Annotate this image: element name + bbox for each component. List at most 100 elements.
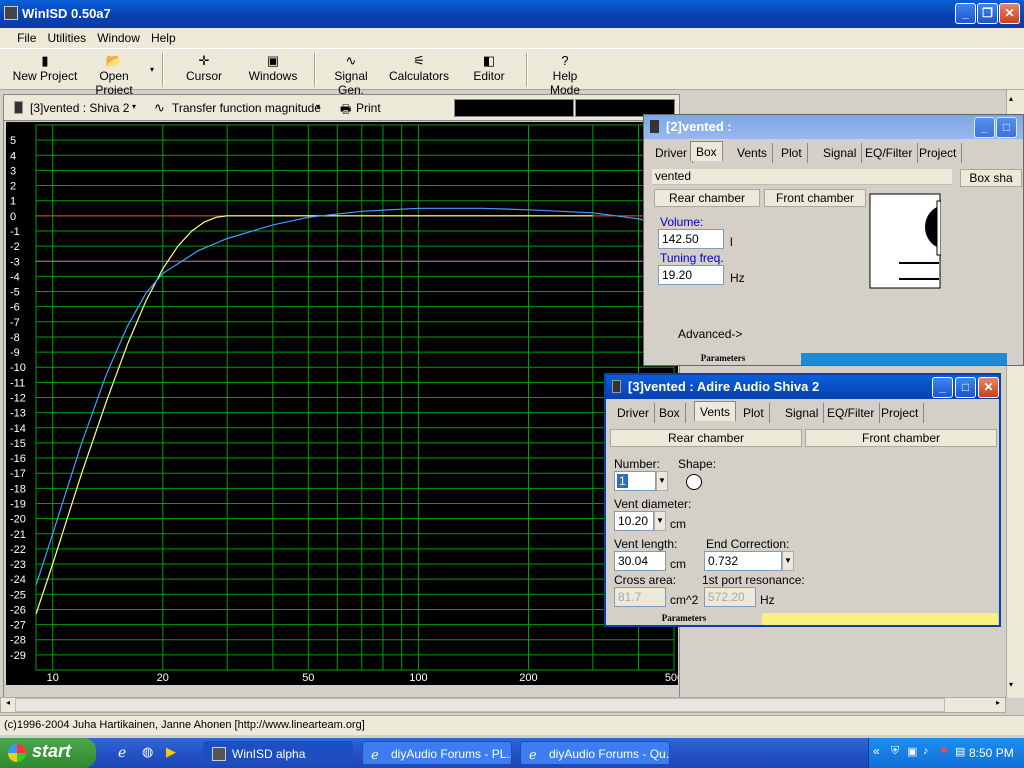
open-project-button[interactable]: 📂 Open Project (80, 53, 148, 97)
scroll-thumb[interactable] (15, 698, 945, 712)
menu-help[interactable]: Help (147, 28, 180, 45)
plot-type-dropdown-icon[interactable]: ▾ (316, 102, 320, 111)
printer-icon[interactable]: 🖶 (340, 100, 351, 121)
scroll-right-arrow-icon[interactable]: ▸ (991, 698, 1005, 712)
tab-plot[interactable]: Plot (776, 143, 808, 163)
y-tick-label: 5 (10, 135, 16, 147)
y-tick-label: -15 (10, 438, 26, 450)
start-button[interactable]: start (0, 738, 96, 768)
tab-vents[interactable]: Vents (694, 401, 737, 421)
firefox-icon[interactable]: ◍ (142, 744, 153, 760)
tray-volume-icon[interactable]: ♪ (923, 745, 929, 757)
vent-diameter-dropdown-icon[interactable]: ▼ (654, 511, 666, 531)
scroll-up-arrow-icon[interactable]: ▴ (1009, 94, 1013, 103)
toolbar-separator (526, 53, 528, 87)
tray-security-icon[interactable]: ⛨ (891, 745, 899, 758)
scroll-down-arrow-icon[interactable]: ▾ (1009, 680, 1013, 689)
response-chart[interactable]: 543210-1-2-3-4-5-6-7-8-9-10-11-12-13-14-… (6, 122, 678, 685)
vents-panel-minimize-button[interactable]: _ (932, 377, 953, 398)
tab-project[interactable]: Project (876, 403, 925, 423)
plot-type-select[interactable]: Transfer function magnitude (172, 101, 321, 115)
advanced-link[interactable]: Advanced-> (678, 327, 742, 341)
y-tick-label: -3 (10, 256, 20, 268)
taskbar-item-diyaudio-pl[interactable]: ℯ diyAudio Forums - PL... (362, 741, 512, 765)
vents-panel-tabs: Driver Box Vents Plot Signal EQ/Filter P… (610, 401, 1000, 425)
taskbar-item-winisd[interactable]: WinISD alpha (203, 741, 353, 765)
box-shape-button[interactable]: Box sha (960, 169, 1022, 187)
menu-window[interactable]: Window (93, 28, 144, 45)
tray-alert-icon[interactable]: ⚑ (939, 745, 949, 758)
tab-box[interactable]: Box (690, 141, 723, 161)
editor-label: Editor (473, 69, 505, 83)
vent-diameter-select[interactable]: 10.20 (614, 511, 654, 531)
menu-bar: File Utilities Window Help (0, 28, 1024, 48)
round-vent-shape-icon[interactable] (686, 474, 702, 490)
status-bar: (c)1996-2004 Juha Hartikainen, Janne Aho… (0, 715, 1024, 735)
cross-area-label: Cross area: (614, 573, 677, 587)
cursor-button[interactable]: ✛ Cursor (180, 53, 228, 89)
internet-explorer-icon[interactable]: ℯ (118, 744, 126, 761)
rear-chamber-button[interactable]: Rear chamber (610, 429, 802, 447)
y-tick-label: -12 (10, 393, 26, 405)
tab-project[interactable]: Project (914, 143, 963, 163)
menu-utilities[interactable]: Utilities (43, 28, 90, 45)
calculators-button[interactable]: ⚟ Calculators (388, 53, 450, 89)
number-select[interactable]: 1 (614, 471, 656, 491)
tuning-freq-label: Tuning freq. (660, 251, 724, 265)
minimize-button[interactable]: _ (955, 3, 976, 24)
project-select[interactable]: [3]vented : Shiva 2 (30, 101, 129, 115)
new-project-icon: ▮ (41, 53, 49, 68)
volume-unit: l (730, 235, 733, 249)
tab-driver[interactable]: Driver (650, 143, 693, 163)
end-correction-select[interactable]: 0.732 (704, 551, 782, 571)
signal-gen-button[interactable]: ∿ Signal Gen. (320, 53, 382, 97)
tab-box[interactable]: Box (654, 403, 686, 423)
volume-input[interactable]: 142.50 (658, 229, 724, 249)
y-tick-label: -7 (10, 317, 20, 329)
print-button[interactable]: Print (356, 101, 381, 115)
tuning-freq-input[interactable]: 19.20 (658, 265, 724, 285)
restore-button[interactable]: ❐ (977, 3, 998, 24)
tab-vents[interactable]: Vents (732, 143, 774, 163)
help-mode-label: Help Mode (549, 69, 581, 97)
tab-eq-filter[interactable]: EQ/Filter (860, 143, 919, 163)
tray-display-icon[interactable]: ▤ (955, 745, 965, 758)
new-project-label: New Project (12, 69, 78, 83)
calculators-label: Calculators (388, 69, 450, 83)
volume-label: Volume: (660, 215, 704, 229)
tab-signal[interactable]: Signal (780, 403, 825, 423)
front-chamber-button[interactable]: Front chamber (764, 189, 866, 207)
tab-plot[interactable]: Plot (738, 403, 770, 423)
vent-length-label: Vent length: (614, 537, 678, 551)
taskbar-item-diyaudio-qu[interactable]: ℯ diyAudio Forums - Qu... (520, 741, 670, 765)
menu-file[interactable]: File (13, 28, 40, 45)
tray-expand-icon[interactable]: « (873, 744, 880, 758)
editor-button[interactable]: ◧ Editor (466, 53, 512, 89)
open-project-dropdown-icon[interactable]: ▾ (150, 65, 154, 74)
tab-driver[interactable]: Driver (612, 403, 655, 423)
help-mode-button[interactable]: ? Help Mode (536, 53, 594, 97)
new-project-button[interactable]: ▮ New Project (12, 53, 78, 89)
vents-panel-close-button[interactable]: ✕ (978, 377, 999, 398)
box-panel-maximize-button[interactable]: □ (996, 117, 1017, 138)
rear-chamber-button[interactable]: Rear chamber (654, 189, 760, 207)
vents-panel-maximize-button[interactable]: □ (955, 377, 976, 398)
end-correction-dropdown-icon[interactable]: ▼ (782, 551, 794, 571)
vent-length-input[interactable]: 30.04 (614, 551, 666, 571)
media-player-icon[interactable]: ▶ (166, 744, 176, 760)
horizontal-scrollbar[interactable]: ◂ ▸ (0, 697, 1006, 713)
project-select-dropdown-icon[interactable]: ▾ (132, 102, 136, 111)
tab-signal[interactable]: Signal (818, 143, 863, 163)
front-chamber-button[interactable]: Front chamber (805, 429, 997, 447)
cursor-label: Cursor (185, 69, 222, 83)
box-panel-minimize-button[interactable]: _ (974, 117, 995, 138)
shape-label: Shape: (678, 457, 717, 471)
windows-button[interactable]: ▣ Windows (244, 53, 302, 89)
toolbar-separator (314, 53, 316, 87)
x-tick-label: 500 (665, 672, 678, 684)
close-button[interactable]: ✕ (999, 3, 1020, 24)
scroll-left-arrow-icon[interactable]: ◂ (1, 698, 15, 712)
number-dropdown-icon[interactable]: ▼ (656, 471, 668, 491)
tab-eq-filter[interactable]: EQ/Filter (822, 403, 881, 423)
tray-network-icon[interactable]: ▣ (907, 745, 917, 758)
